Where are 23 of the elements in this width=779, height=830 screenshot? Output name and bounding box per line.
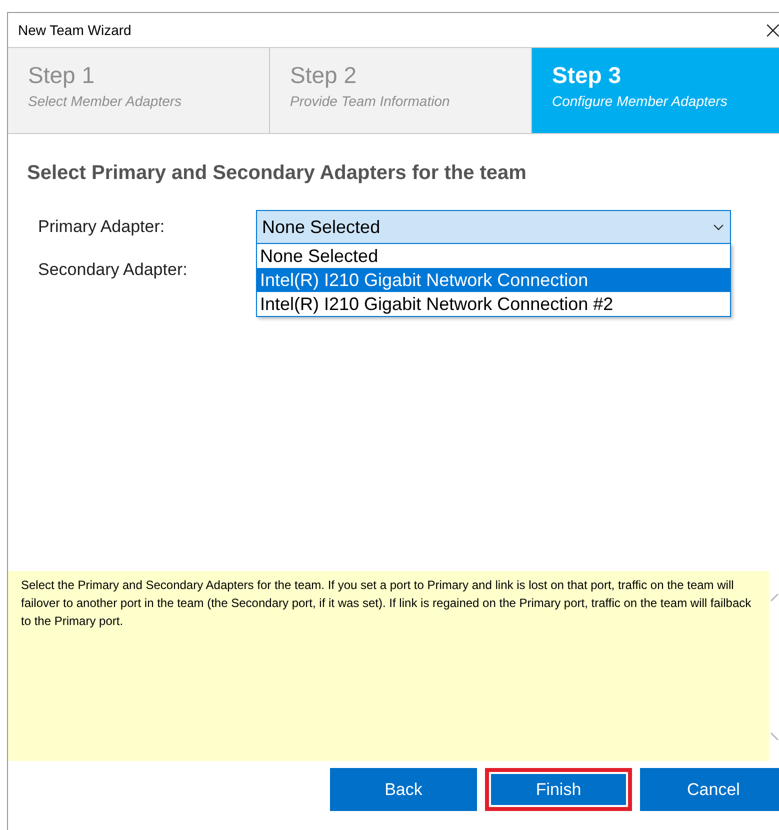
step-subtitle: Provide Team Information	[290, 93, 450, 109]
help-text: Select the Primary and Secondary Adapters for the team. If you set a port to Primary and link is lost on that port, traffic on the team will failover to another port in the team (the Secondary port, if it was set). If link is regained on the Primary port, traffic on the team will failback to the Primary port.	[21, 578, 752, 628]
wizard-button[interactable]: Finish	[485, 768, 632, 811]
step-tab[interactable]: Step 2 Provide Team Information	[270, 48, 532, 133]
dropdown-option[interactable]: None Selected	[257, 244, 730, 268]
dropdown-option[interactable]: Intel(R) I210 Gigabit Network Connection	[257, 268, 730, 292]
wizard-button[interactable]: Cancel	[640, 768, 779, 811]
step-tab[interactable]: Step 3 Configure Member Adapters	[532, 48, 779, 133]
step-tab[interactable]: Step 1 Select Member Adapters	[8, 48, 270, 133]
dropdown-option[interactable]: Intel(R) I210 Gigabit Network Connection #2	[257, 292, 730, 316]
step-title: Step 1	[28, 62, 94, 89]
step-title: Step 3	[552, 62, 622, 89]
field-label: Secondary Adapter:	[38, 260, 188, 280]
step-subtitle: Configure Member Adapters	[552, 93, 728, 109]
chevron-icon	[713, 224, 724, 230]
section-heading: Select Primary and Secondary Adapters for the team	[27, 162, 526, 185]
step-subtitle: Select Member Adapters	[28, 93, 182, 109]
field-label: Primary Adapter:	[38, 217, 166, 237]
close-button[interactable]: ×	[762, 18, 779, 42]
step-title: Step 2	[290, 62, 356, 89]
window-title: New Team Wizard	[18, 22, 132, 38]
wizard-button[interactable]: Back	[330, 768, 477, 811]
adapter-dropdown[interactable]: None Selected	[256, 210, 731, 244]
